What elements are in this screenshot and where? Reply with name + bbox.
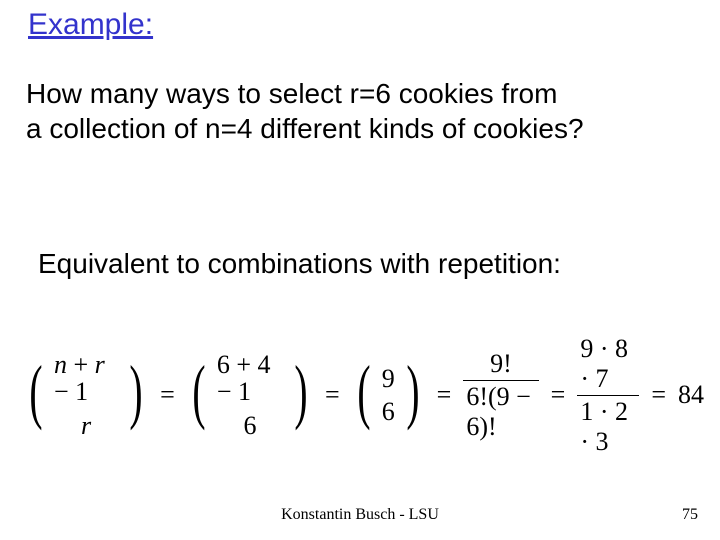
footer-author: Konstantin Busch - LSU (0, 506, 720, 524)
equivalence-statement: Equivalent to combinations with repetiti… (38, 248, 561, 280)
paren-right-icon: ) (406, 355, 419, 427)
binom-bot: 6 (243, 412, 256, 439)
binom-top: 9 (382, 365, 395, 392)
paren-right-icon: ) (294, 355, 307, 427)
paren-left-icon: ( (192, 355, 205, 427)
text-segment: cookies from (391, 78, 558, 109)
frac-den: 1 · 2 · 3 (577, 396, 639, 457)
sym-r: r (95, 350, 105, 379)
formula: ( n + r − 1 r ) = ( 6 + 4 − 1 6 ) = ( 9 … (24, 350, 704, 440)
frac-num: 9 · 8 · 7 (577, 334, 639, 395)
binomial-3: 9 6 (382, 365, 395, 426)
paren-right-icon: ) (130, 355, 143, 427)
paren-left-icon: ( (29, 355, 42, 427)
variable-n: n=4 (205, 113, 253, 144)
frac-den: 6!(9 − 6)! (463, 381, 538, 442)
formula-row: ( n + r − 1 r ) = ( 6 + 4 − 1 6 ) = ( 9 … (24, 350, 704, 440)
equals-sign: = (651, 380, 666, 410)
slide: Example: How many ways to select r=6 coo… (0, 0, 720, 540)
problem-statement: How many ways to select r=6 cookies from… (26, 76, 706, 146)
sym-1: 1 (75, 377, 88, 406)
result-value: 84 (678, 380, 704, 410)
binom-bot: 6 (382, 398, 395, 425)
text-segment: a collection of (26, 113, 205, 144)
fraction-2: 9 · 8 · 7 1 · 2 · 3 (577, 334, 639, 457)
footer-page-number: 75 (682, 506, 698, 524)
binomial-2: 6 + 4 − 1 6 (217, 351, 283, 439)
slide-title: Example: (28, 8, 153, 42)
equals-sign: = (437, 380, 452, 410)
binom-top: n + r − 1 (54, 351, 118, 406)
binom-top: 6 + 4 − 1 (217, 351, 283, 406)
paren-left-icon: ( (357, 355, 370, 427)
equals-sign: = (551, 380, 566, 410)
sym-n: n (54, 350, 67, 379)
text-segment: How many ways to select (26, 78, 350, 109)
text-segment: different kinds of cookies? (253, 113, 584, 144)
frac-num: 9! (487, 349, 515, 380)
equals-sign: = (325, 380, 340, 410)
binomial-1: n + r − 1 r (54, 351, 118, 439)
binom-bot: r (81, 412, 91, 439)
equals-sign: = (160, 380, 175, 410)
fraction-1: 9! 6!(9 − 6)! (463, 349, 538, 442)
variable-r: r=6 (350, 78, 391, 109)
